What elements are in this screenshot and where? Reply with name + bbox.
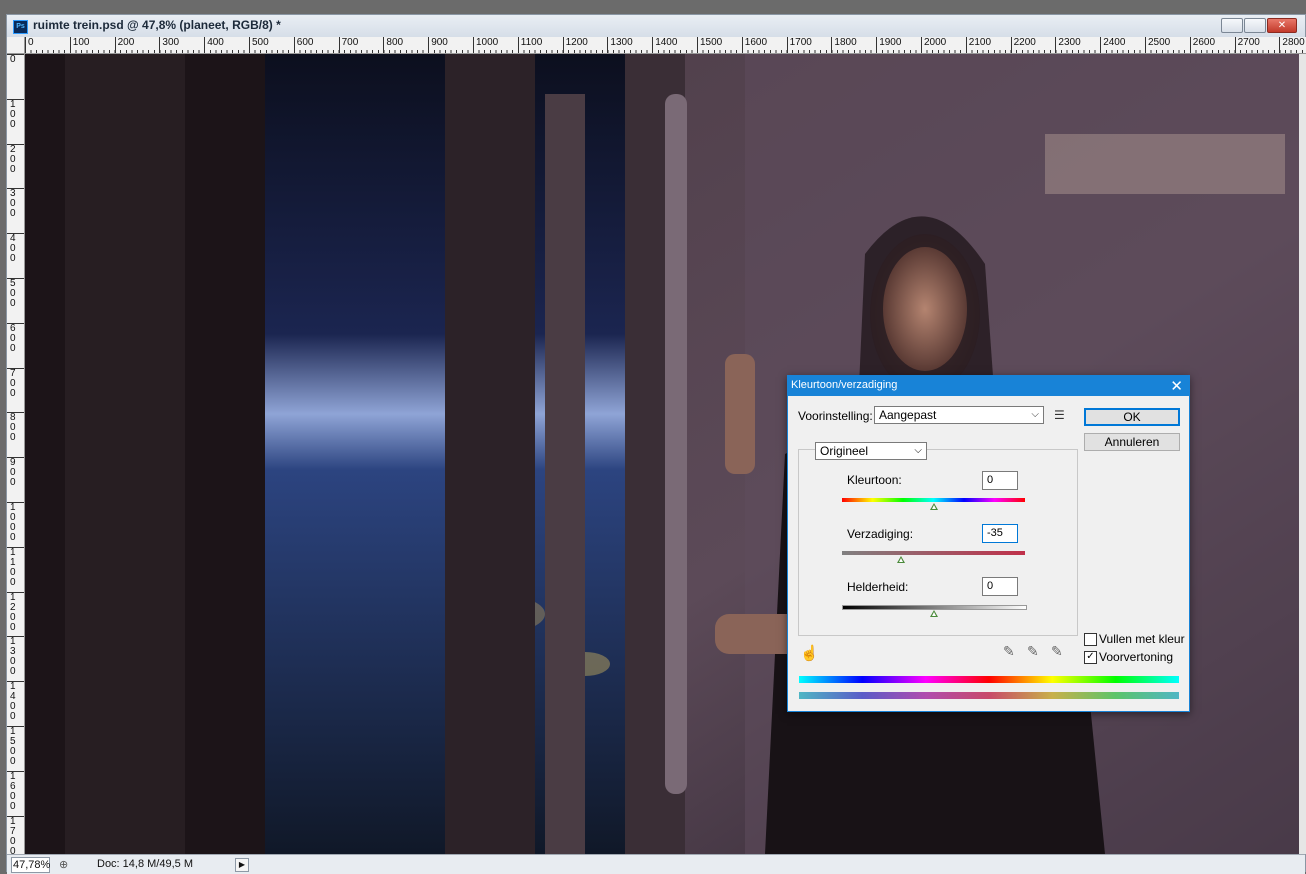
ruler-tick-label: 1400 [7, 681, 24, 722]
ruler-tick-label: 100 [7, 98, 24, 130]
ruler-tick-label: 2400 [1100, 37, 1125, 53]
ruler-tick-label: 0 [7, 54, 24, 65]
saturation-label: Verzadiging: [847, 527, 914, 541]
zoom-field[interactable]: 47,78% [11, 857, 50, 873]
ruler-tick-label: 1100 [7, 546, 24, 588]
saturation-input[interactable]: -35 [982, 524, 1018, 543]
hue-slider-track[interactable] [842, 498, 1025, 502]
document-title: ruimte trein.psd @ 47,8% (planeet, RGB/8… [33, 18, 281, 32]
ruler-tick-label: 500 [7, 278, 24, 309]
ruler-tick-label: 500 [249, 37, 269, 53]
ruler-tick-label: 1000 [7, 502, 24, 543]
ruler-tick-label: 1500 [697, 37, 722, 53]
saturation-slider-thumb[interactable] [897, 556, 906, 563]
eyedropper-minus-icon[interactable]: ✎ [1051, 643, 1063, 660]
lightness-slider-thumb[interactable] [929, 610, 938, 617]
ruler-tick-label: 200 [7, 143, 24, 175]
dialog-close-icon[interactable]: ✕ [1170, 377, 1183, 395]
close-button[interactable]: ✕ [1267, 18, 1297, 33]
share-icon[interactable]: ⊕ [59, 858, 68, 871]
ruler-tick-label: 1000 [473, 37, 498, 53]
ruler-tick-label: 2200 [1010, 37, 1036, 53]
lightness-input[interactable]: 0 [982, 577, 1018, 596]
chevron-down-icon: ⌵ [914, 445, 922, 456]
dialog-title: Kleurtoon/verzadiging [791, 379, 898, 391]
source-color-bar [799, 676, 1179, 683]
ruler-tick-label: 1600 [7, 770, 24, 812]
status-menu-arrow-icon[interactable]: ▶ [235, 858, 249, 872]
preset-dropdown[interactable]: Aangepast ⌵ [874, 406, 1044, 424]
ruler-tick-label: 600 [7, 322, 24, 354]
vertical-scrollbar[interactable] [1299, 54, 1306, 854]
colorize-checkbox[interactable] [1084, 633, 1097, 646]
ruler-tick-label: 600 [293, 37, 313, 53]
ruler-tick-label: 1300 [607, 37, 633, 53]
photoshop-icon: Ps [13, 20, 28, 34]
ruler-tick-label: 1200 [7, 591, 24, 633]
ruler-tick-label: 2500 [1145, 37, 1170, 53]
ruler-tick-label: 2600 [1189, 37, 1215, 53]
ruler-tick-label: 800 [383, 37, 403, 53]
ruler-tick-label: 1700 [786, 37, 812, 53]
preview-label: Voorvertoning [1099, 650, 1174, 664]
ruler-tick-label: 700 [7, 367, 24, 399]
targeted-adjustment-icon[interactable]: ☝ [800, 644, 819, 662]
eyedropper-plus-icon[interactable]: ✎ [1027, 643, 1039, 660]
ruler-tick-label: 900 [428, 37, 448, 53]
document-size: Doc: 14,8 M/49,5 M [97, 858, 193, 870]
document-title-bar[interactable]: Ps ruimte trein.psd @ 47,8% (planeet, RG… [7, 15, 1305, 37]
horizontal-ruler[interactable]: 0 100 200 300 400 500 600 700 800 900 1000 1100 1200… [25, 37, 1306, 54]
ruler-tick-label: 800 [7, 412, 24, 443]
ruler-tick-label: 2300 [1055, 37, 1081, 53]
ruler-tick-label: 1700 [7, 815, 24, 854]
vertical-ruler[interactable]: 0 100 200 300 400 500 600 700 800 900 1000 1100 1200… [7, 54, 25, 854]
preview-checkbox[interactable]: ✓ [1084, 651, 1097, 664]
ruler-tick-label: 1100 [517, 37, 542, 53]
result-color-bar [799, 692, 1179, 699]
ruler-tick-label: 400 [7, 233, 24, 264]
ruler-tick-label: 1200 [562, 37, 588, 53]
maximize-button[interactable] [1244, 18, 1266, 33]
ruler-tick-label: 200 [114, 37, 134, 53]
ruler-tick-label: 2800 [1279, 37, 1305, 53]
ruler-tick-label: 900 [7, 457, 24, 488]
ruler-tick-label: 300 [7, 188, 24, 219]
ruler-tick-label: 700 [338, 37, 358, 53]
cancel-button[interactable]: Annuleren [1084, 433, 1180, 451]
saturation-slider-track[interactable] [842, 551, 1025, 555]
ruler-tick-label: 1500 [7, 726, 24, 767]
channel-dropdown[interactable]: Origineel ⌵ [815, 442, 927, 460]
preset-label: Voorinstelling: [798, 409, 873, 423]
hue-saturation-dialog: Kleurtoon/verzadiging ✕ Voorinstelling: … [787, 375, 1190, 712]
ruler-tick-label: 100 [69, 37, 89, 53]
preset-options-icon[interactable]: ☰ [1054, 408, 1065, 422]
ruler-tick-label: 1900 [876, 37, 901, 53]
chevron-down-icon: ⌵ [1031, 409, 1039, 420]
status-bar: 47,78% ⊕ Doc: 14,8 M/49,5 M ▶ [7, 854, 1305, 874]
preset-value: Aangepast [879, 408, 937, 422]
ruler-tick-label: 1300 [7, 636, 24, 677]
ruler-tick-label: 1400 [652, 37, 677, 53]
ok-button[interactable]: OK [1084, 408, 1180, 426]
ruler-tick-label: 300 [159, 37, 179, 53]
ruler-origin[interactable] [7, 37, 25, 54]
colorize-label: Vullen met kleur [1099, 632, 1185, 646]
dialog-title-bar[interactable]: Kleurtoon/verzadiging ✕ [788, 376, 1189, 396]
channel-value: Origineel [820, 444, 869, 458]
minimize-button[interactable] [1221, 18, 1243, 33]
ruler-tick-label: 2100 [965, 37, 991, 53]
ruler-tick-label: 1600 [741, 37, 767, 53]
eyedropper-icon[interactable]: ✎ [1003, 643, 1015, 660]
ruler-tick-label: 400 [204, 37, 224, 53]
hue-slider-thumb[interactable] [929, 503, 938, 510]
hue-label: Kleurtoon: [847, 473, 902, 487]
ruler-tick-label: 0 [25, 37, 34, 53]
lightness-label: Helderheid: [847, 580, 909, 594]
ruler-tick-label: 1800 [831, 37, 857, 53]
hue-input[interactable]: 0 [982, 471, 1018, 490]
ruler-tick-label: 2000 [921, 37, 946, 53]
ruler-tick-label: 2700 [1234, 37, 1260, 53]
